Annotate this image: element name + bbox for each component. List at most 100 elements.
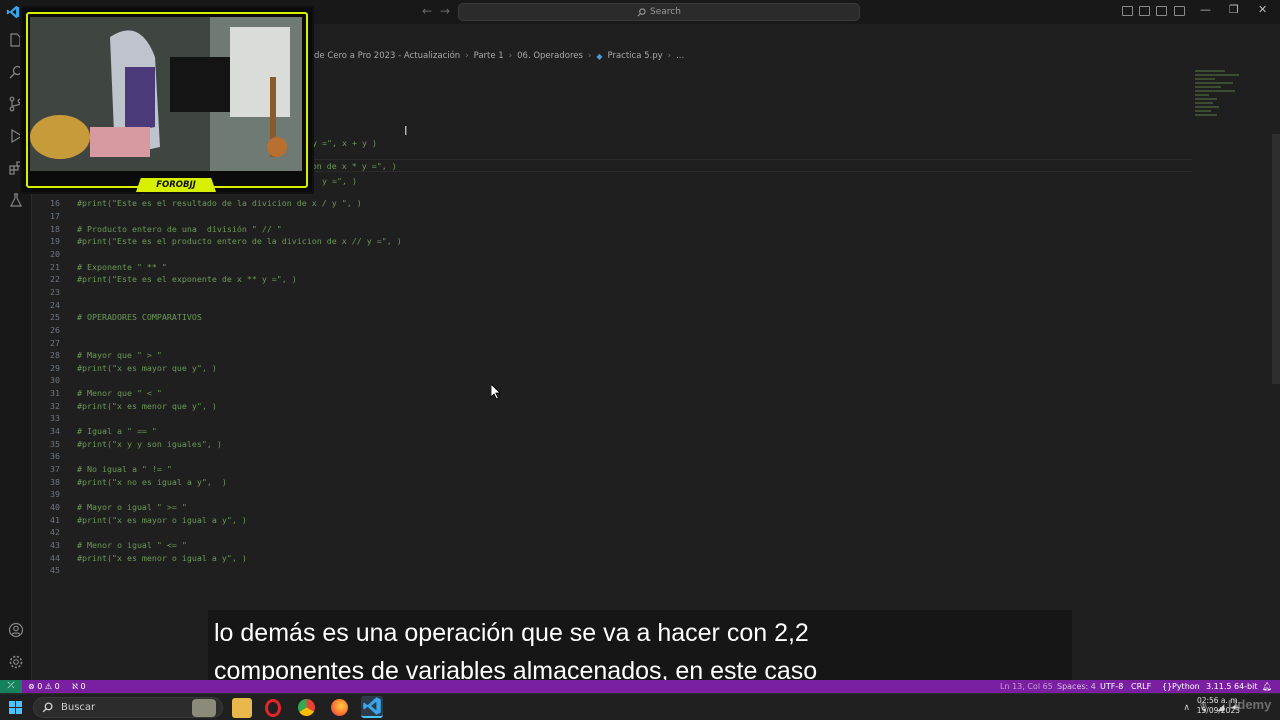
code-text: #print("x es mayor que y", ) bbox=[77, 362, 217, 373]
code-line[interactable]: 36 bbox=[32, 450, 1192, 463]
code-line[interactable]: 17 bbox=[32, 210, 1192, 223]
toggle-sidebar-icon[interactable] bbox=[1122, 6, 1133, 16]
file-explorer-icon[interactable] bbox=[232, 698, 252, 718]
line-number: 29 bbox=[50, 362, 60, 373]
opera-icon[interactable] bbox=[265, 699, 281, 717]
vertical-scrollbar[interactable] bbox=[1272, 134, 1280, 384]
minimize-icon[interactable]: — bbox=[1200, 3, 1211, 16]
line-number: 38 bbox=[50, 476, 60, 487]
indentation-status[interactable]: Spaces: 4 bbox=[1057, 680, 1096, 693]
code-text: #print("Este es el resultado de la divic… bbox=[77, 198, 362, 209]
code-line[interactable]: 22 #print("Este es el exponente de x ** y… bbox=[32, 273, 1192, 286]
vscode-taskbar-icon[interactable] bbox=[361, 696, 383, 718]
code-line[interactable]: 25 # OPERADORES COMPARATIVOS bbox=[32, 311, 1192, 324]
code-line[interactable]: 34 # Igual a " == " bbox=[32, 425, 1192, 438]
breadcrumb-item[interactable]: 06. Operadores bbox=[517, 51, 583, 61]
breadcrumb-item[interactable]: de Cero a Pro 2023 - Actualización bbox=[314, 51, 460, 61]
code-line[interactable]: 32 #print("x es menor que y", ) bbox=[32, 400, 1192, 413]
code-text: # Mayor que " > " bbox=[77, 350, 162, 361]
code-line[interactable]: 24 bbox=[32, 299, 1192, 312]
tray-overflow-icon[interactable]: ∧ bbox=[1183, 703, 1190, 713]
language-mode[interactable]: Python bbox=[1172, 680, 1200, 693]
taskbar-search[interactable]: Buscar bbox=[33, 697, 223, 718]
toggle-secondary-sidebar-icon[interactable] bbox=[1156, 6, 1167, 16]
code-line[interactable]: 31 # Menor que " < " bbox=[32, 387, 1192, 400]
code-line[interactable]: 18 # Producto entero de una división " //… bbox=[32, 223, 1192, 236]
code-line[interactable]: 35 #print("x y y son iguales", ) bbox=[32, 438, 1192, 451]
line-number: 28 bbox=[50, 350, 60, 361]
code-line[interactable]: 41 #print("x es mayor o igual a y", ) bbox=[32, 514, 1192, 527]
code-text: # Producto entero de una división " // " bbox=[77, 223, 282, 234]
code-line[interactable]: 39 bbox=[32, 488, 1192, 501]
chrome-icon[interactable] bbox=[298, 699, 315, 716]
encoding-status[interactable]: UTF-8 bbox=[1100, 680, 1123, 693]
code-line[interactable]: 28 # Mayor que " > " bbox=[32, 349, 1192, 362]
problems-status[interactable]: ⊗ 0 ⚠ 0 bbox=[28, 680, 60, 693]
code-lines[interactable]: 1112# Multiplicacion " * "13#print("Este… bbox=[32, 134, 1192, 577]
code-line[interactable]: 43 # Menor o igual " <= " bbox=[32, 539, 1192, 552]
code-line[interactable]: 42 bbox=[32, 526, 1192, 539]
customize-layout-icon[interactable] bbox=[1174, 6, 1185, 16]
windows-start-icon[interactable] bbox=[9, 701, 22, 714]
text-cursor-icon: I bbox=[404, 124, 408, 138]
testing-icon[interactable] bbox=[8, 192, 24, 208]
code-text: #print("x es menor que y", ) bbox=[77, 400, 217, 411]
ports-status[interactable]: ℵ 0 bbox=[72, 680, 86, 693]
notifications-bell-icon[interactable]: 🔔︎ bbox=[1262, 680, 1272, 693]
forward-arrow-icon[interactable]: → bbox=[440, 4, 450, 18]
line-number: 22 bbox=[50, 274, 60, 285]
settings-gear-icon[interactable] bbox=[8, 654, 24, 670]
webcam-overlay: FOROBJJ bbox=[20, 6, 314, 194]
code-line[interactable]: 33 bbox=[32, 412, 1192, 425]
code-text: # Menor o igual " <= " bbox=[77, 540, 187, 550]
breadcrumb-item[interactable]: Practica 5.py bbox=[608, 51, 663, 61]
python-icon: {} bbox=[1162, 682, 1173, 691]
code-text: #print("Este es el producto entero de la… bbox=[77, 236, 402, 247]
code-text: # Mayor o igual " >= " bbox=[77, 502, 187, 513]
code-line[interactable]: 26 bbox=[32, 324, 1192, 337]
toggle-panel-icon[interactable] bbox=[1139, 6, 1150, 16]
code-line[interactable]: 44 #print("x es menor o igual a y", ) bbox=[32, 552, 1192, 565]
back-arrow-icon[interactable]: ← bbox=[422, 4, 432, 18]
mouse-pointer-icon bbox=[491, 384, 501, 400]
minimap[interactable] bbox=[1195, 70, 1245, 140]
code-line[interactable]: 38 #print("x no es igual a y", ) bbox=[32, 476, 1192, 489]
command-search-box[interactable]: Search bbox=[458, 3, 860, 21]
code-line[interactable]: 45 bbox=[32, 564, 1192, 577]
breadcrumb-separator-icon: › bbox=[667, 51, 672, 61]
line-number: 26 bbox=[50, 324, 60, 335]
line-number: 19 bbox=[50, 236, 60, 247]
line-number: 16 bbox=[50, 198, 60, 209]
line-number: 30 bbox=[50, 375, 60, 386]
firefox-icon[interactable] bbox=[331, 699, 348, 716]
line-number: 40 bbox=[50, 502, 60, 513]
line-number: 43 bbox=[50, 540, 60, 550]
code-line[interactable]: 16 #print("Este es el resultado de la div… bbox=[32, 197, 1192, 210]
breadcrumb-item[interactable]: ... bbox=[676, 51, 684, 61]
code-line[interactable]: 21 # Exponente " ** " bbox=[32, 261, 1192, 274]
maximize-icon[interactable]: ❐ bbox=[1229, 3, 1239, 16]
code-line[interactable]: 23 bbox=[32, 286, 1192, 299]
line-number: 41 bbox=[50, 514, 60, 525]
webcam-name-tag: FOROBJJ bbox=[136, 178, 216, 192]
eol-status[interactable]: CRLF bbox=[1131, 680, 1151, 693]
code-line[interactable]: 27 bbox=[32, 337, 1192, 350]
status-bar: ⤫ ⊗ 0 ⚠ 0 ℵ 0 Ln 13, Col 65 Spaces: 4 UT… bbox=[0, 680, 1280, 693]
remote-indicator-icon[interactable]: ⤫ bbox=[0, 680, 22, 693]
close-icon[interactable]: ✕ bbox=[1258, 3, 1267, 16]
search-highlight-image bbox=[192, 698, 216, 717]
code-line[interactable]: 19 #print("Este es el producto entero de … bbox=[32, 235, 1192, 248]
python-interpreter[interactable]: 3.11.5 64-bit bbox=[1206, 680, 1258, 693]
code-line[interactable]: 37 # No igual a " != " bbox=[32, 463, 1192, 476]
breadcrumb-item[interactable]: Parte 1 bbox=[474, 51, 504, 61]
cursor-position[interactable]: Ln 13, Col 65 bbox=[1000, 680, 1053, 693]
code-line[interactable]: 20 bbox=[32, 248, 1192, 261]
line-number: 20 bbox=[50, 248, 60, 259]
code-line[interactable]: 30 bbox=[32, 374, 1192, 387]
accounts-icon[interactable] bbox=[8, 622, 24, 638]
code-line[interactable]: 29 #print("x es mayor que y", ) bbox=[32, 362, 1192, 375]
breadcrumb-separator-icon: › bbox=[465, 51, 469, 61]
code-line[interactable]: 40 # Mayor o igual " >= " bbox=[32, 501, 1192, 514]
line-number: 31 bbox=[50, 388, 60, 399]
line-number: 27 bbox=[50, 337, 60, 348]
